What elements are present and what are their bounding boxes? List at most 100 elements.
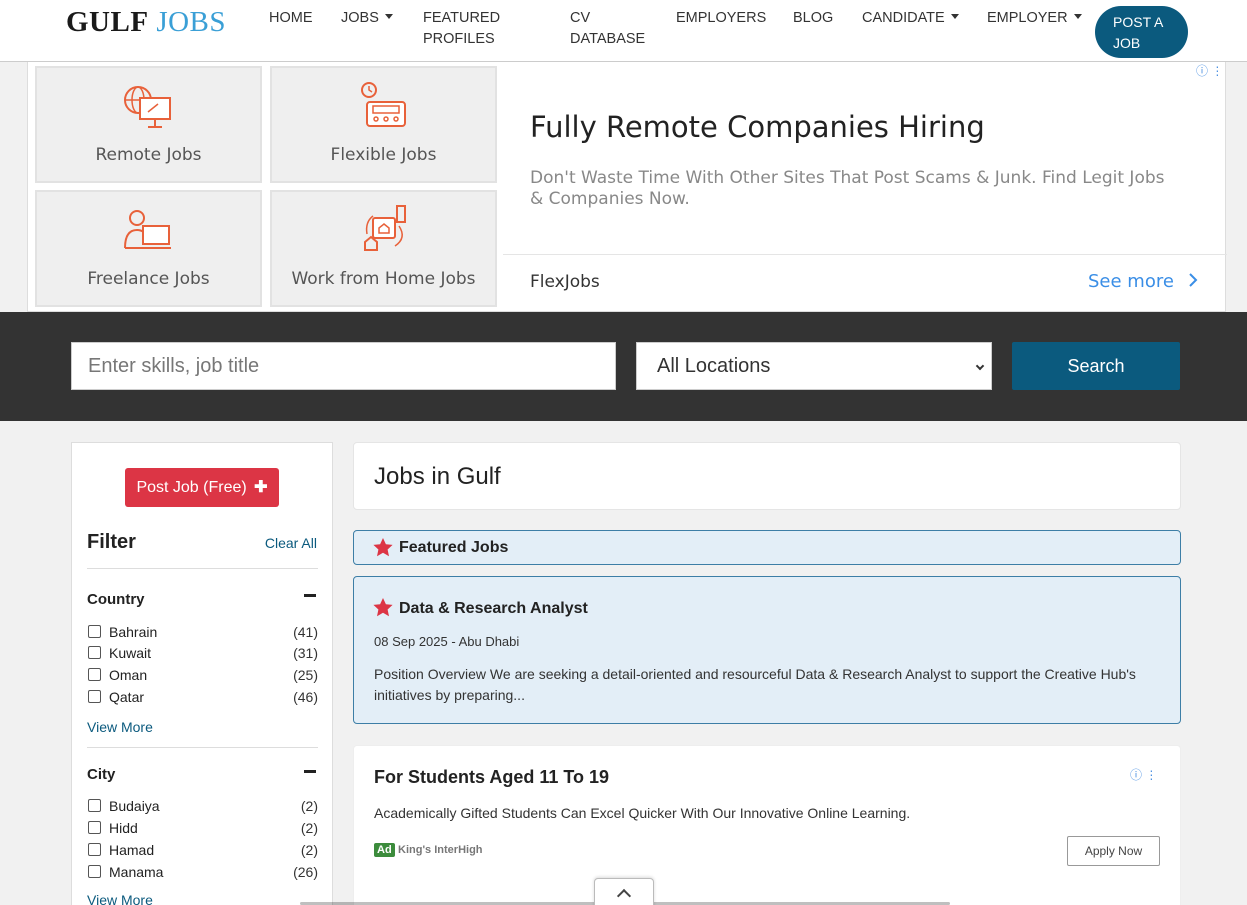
featured-job-card[interactable]: Data & Research Analyst 08 Sep 2025 - Ab… [353,576,1181,724]
filter-option-country[interactable]: Kuwait (31) [87,643,318,663]
nav-blog[interactable]: BLOG [793,8,833,29]
checkbox[interactable] [88,865,101,878]
location-select-value: All Locations [657,355,771,377]
divider [87,568,318,569]
search-button[interactable]: Search [1012,342,1180,390]
star-icon [373,538,393,557]
logo-gulf: GULF [66,6,149,38]
collapse-minus-icon[interactable] [304,770,316,773]
option-name: Budaiya [109,798,160,814]
ad-brand-name: FlexJobs [530,272,600,292]
nav-cv-line1: CV [570,10,591,26]
ad-sponsor-name: King's InterHigh [398,844,483,856]
option-count: (46) [293,689,318,705]
tile-freelance-jobs[interactable]: Freelance Jobs [35,190,262,307]
caret-down-icon [1073,14,1082,19]
option-name: Hamad [109,842,155,858]
view-more-cities-link[interactable]: View More [87,892,153,905]
apply-now-button[interactable]: Apply Now [1067,836,1160,866]
checkbox[interactable] [88,646,101,659]
job-date-location: 08 Sep 2025 - Abu Dhabi [374,634,520,649]
option-count: (25) [293,667,318,683]
nav-candidate-label: CANDIDATE [862,10,945,26]
checkbox[interactable] [88,690,101,703]
location-select[interactable]: All Locations [636,342,992,390]
post-a-job-button[interactable]: POST A JOB [1095,6,1188,58]
ad-choices-icon[interactable]: ⓘ ⋮ [1196,62,1223,79]
inline-ad-card: For Students Aged 11 To 19 ⓘ ⋮ Academica… [353,745,1181,905]
checkbox[interactable] [88,668,101,681]
nav-employer[interactable]: EMPLOYER [987,8,1082,29]
checkbox[interactable] [88,799,101,812]
flexible-schedule-icon [361,82,406,127]
page-title: Jobs in Gulf [374,463,501,490]
star-icon [373,598,393,617]
option-name: Hidd [109,820,138,836]
filter-option-country[interactable]: Bahrain (41) [87,622,318,642]
search-input[interactable]: Enter skills, job title [71,342,616,390]
filter-option-country[interactable]: Qatar (46) [87,687,318,707]
remote-work-icon [124,86,171,128]
nav-cv-line2: DATABASE [570,31,646,47]
filter-option-country[interactable]: Oman (25) [87,665,318,685]
post-btn-line1: POST A [1113,14,1164,30]
nav-employers[interactable]: EMPLOYERS [676,8,766,29]
nav-candidate[interactable]: CANDIDATE [862,8,959,29]
site-header: GULF JOBS HOME JOBS FEATURED PROFILES CV… [0,0,1247,62]
filter-option-city[interactable]: Manama (26) [87,862,318,882]
see-more-link[interactable]: See more [1088,271,1198,292]
country-filter-title: Country [87,591,145,608]
nav-jobs[interactable]: JOBS [341,8,393,29]
filter-option-city[interactable]: Budaiya (2) [87,796,318,816]
tile-label: Freelance Jobs [87,269,210,289]
tile-work-from-home-jobs[interactable]: Work from Home Jobs [270,190,497,307]
divider [87,747,318,748]
site-logo[interactable]: GULF JOBS [66,6,226,39]
job-description: Position Overview We are seeking a detai… [374,666,1136,703]
nav-cv-database[interactable]: CV DATABASE [570,8,645,50]
tile-label: Flexible Jobs [330,145,437,165]
view-more-countries-link[interactable]: View More [87,719,153,735]
post-btn-line2: JOB [1113,35,1141,51]
tile-remote-jobs[interactable]: Remote Jobs [35,66,262,183]
expand-bottom-ad-tab[interactable] [594,878,654,905]
tile-flexible-jobs[interactable]: Flexible Jobs [270,66,497,183]
featured-jobs-label: Featured Jobs [399,539,509,556]
checkbox[interactable] [88,625,101,638]
featured-jobs-header: Featured Jobs [353,530,1181,565]
chevron-down-icon [975,361,985,371]
option-count: (26) [293,864,318,880]
ad-choices-icon[interactable]: ⓘ ⋮ [1130,766,1157,783]
option-count: (2) [300,798,318,814]
job-title-link[interactable]: Data & Research Analyst [399,600,588,618]
collapse-minus-icon[interactable] [304,594,316,597]
freelancer-icon [124,210,171,249]
option-name: Qatar [109,689,145,705]
tile-label: Remote Jobs [95,145,202,165]
plus-icon: ✚ [254,479,268,496]
tile-label: Work from Home Jobs [291,269,476,289]
search-band: Enter skills, job title All Locations Se… [0,312,1247,421]
nav-jobs-label: JOBS [341,10,379,26]
ad-headline[interactable]: Fully Remote Companies Hiring [530,110,985,144]
option-name: Kuwait [109,645,152,661]
ad-badge: Ad [374,843,395,857]
post-job-free-button[interactable]: Post Job (Free) ✚ [125,468,279,507]
filter-option-city[interactable]: Hidd (2) [87,818,318,838]
filter-sidebar: Post Job (Free) ✚ Filter Clear All Count… [71,442,333,905]
checkbox[interactable] [88,843,101,856]
ad-card-description: Academically Gifted Students Can Excel Q… [374,805,911,821]
filter-option-city[interactable]: Hamad (2) [87,840,318,860]
logo-jobs: JOBS [156,6,227,38]
nav-featured-profiles[interactable]: FEATURED PROFILES [423,8,500,50]
clear-all-link[interactable]: Clear All [265,535,317,551]
nav-home[interactable]: HOME [269,8,313,29]
chevron-right-icon [1188,273,1198,287]
city-filter-title: City [87,766,116,783]
checkbox[interactable] [88,821,101,834]
option-name: Manama [109,864,164,880]
caret-down-icon [950,14,959,19]
ad-card-title[interactable]: For Students Aged 11 To 19 [374,767,609,788]
chevron-up-icon [616,888,632,904]
option-count: (41) [293,624,318,640]
